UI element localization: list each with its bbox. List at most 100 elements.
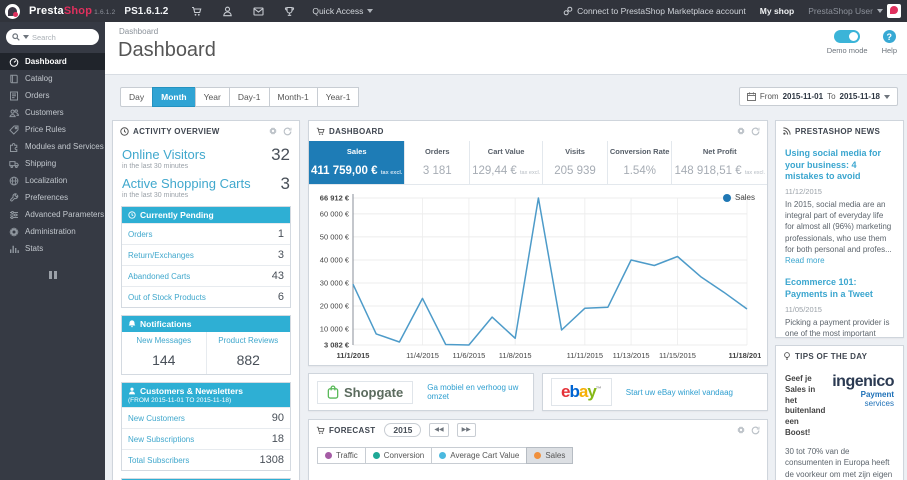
new-messages-cell[interactable]: New Messages 144 <box>122 332 206 374</box>
sidebar-item-customers[interactable]: Customers <box>0 104 105 121</box>
article-title-link[interactable]: Using social media for your business: 4 … <box>785 148 894 183</box>
toggle-label: Sales <box>545 451 566 460</box>
sidebar-item-localization[interactable]: Localization <box>0 172 105 189</box>
sidebar-item-preferences[interactable]: Preferences <box>0 189 105 206</box>
tag-icon <box>9 125 19 135</box>
forecast-panel-title: FORECAST <box>329 425 376 435</box>
sidebar-item-catalog[interactable]: Catalog <box>0 70 105 87</box>
pending-returns-link[interactable]: Return/Exchanges <box>128 251 194 260</box>
abandoned-carts-link[interactable]: Abandoned Carts <box>128 272 190 281</box>
svg-text:30 000 €: 30 000 € <box>320 279 350 288</box>
article-title-link[interactable]: Ecommerce 101: Payments in a Tweet <box>785 277 894 300</box>
chart-legend[interactable]: Sales <box>722 193 755 202</box>
gear-icon[interactable] <box>737 127 745 135</box>
new-customers-value: 90 <box>271 412 284 424</box>
ebay-logo: ebay™ <box>551 378 612 406</box>
employee-icon[interactable] <box>222 6 233 17</box>
quick-access-menu[interactable]: Quick Access <box>312 6 374 16</box>
user-menu[interactable]: PrestaShop User <box>808 4 901 18</box>
sidebar-item-advanced-parameters[interactable]: Advanced Parameters <box>0 206 105 223</box>
online-visitors-link[interactable]: Online Visitors <box>122 147 290 162</box>
gear-icon[interactable] <box>269 127 277 135</box>
sidebar-item-label: Stats <box>25 244 44 253</box>
previous-year-button[interactable]: ◀◀ <box>429 423 449 437</box>
user-icon <box>128 387 136 395</box>
toggle-conversion[interactable]: Conversion <box>364 447 433 464</box>
refresh-icon[interactable] <box>751 127 760 136</box>
gear-icon[interactable] <box>737 426 745 434</box>
cart-icon[interactable] <box>191 6 202 17</box>
range-button-day-1[interactable]: Day-1 <box>228 87 270 107</box>
sidebar-item-label: Dashboard <box>25 57 67 66</box>
refresh-icon[interactable] <box>751 426 760 435</box>
online-visitors-sub: in the last 30 minutes <box>122 163 189 170</box>
range-button-year-1[interactable]: Year-1 <box>316 87 360 107</box>
sidebar-item-label: Price Rules <box>25 125 66 134</box>
new-customers-link[interactable]: New Customers <box>128 414 185 423</box>
date-range-picker[interactable]: From 2015-11-01 To 2015-11-18 <box>738 87 898 106</box>
kpi-orders[interactable]: Orders 3 181 <box>405 141 471 184</box>
kpi-net-profit[interactable]: Net Profit 148 918,51 € tax excl. <box>672 141 767 184</box>
search-scope-caret-icon[interactable] <box>23 35 29 39</box>
shopgate-link[interactable]: Ga mobiel en verhoog uw omzet <box>427 383 525 401</box>
sidebar-item-label: Shipping <box>25 159 57 168</box>
brand-shop: Shop <box>63 5 93 17</box>
currently-pending-table: Currently Pending Orders 1 Return/Exchan… <box>121 206 291 308</box>
pending-orders-link[interactable]: Orders <box>128 230 152 239</box>
sidebar-item-stats[interactable]: Stats <box>0 240 105 257</box>
kpi-conversion-rate[interactable]: Conversion Rate 1.54% <box>608 141 673 184</box>
my-shop-link[interactable]: My shop <box>760 6 794 16</box>
range-button-month-1[interactable]: Month-1 <box>268 87 318 107</box>
forecast-year[interactable]: 2015 <box>384 423 422 437</box>
online-visitors-value: 32 <box>271 145 290 164</box>
svg-text:3 082 €: 3 082 € <box>324 341 350 350</box>
toggle-sales[interactable]: Sales <box>526 447 574 464</box>
range-button-year[interactable]: Year <box>194 87 230 107</box>
toggle-on-icon[interactable] <box>834 30 861 43</box>
kpi-suffix: tax excl. <box>744 170 766 176</box>
out-of-stock-value: 6 <box>277 291 284 303</box>
sales-chart[interactable]: 11/1/2015 11/4/2015 11/6/2015 11/8/2015 11/1… <box>311 189 761 363</box>
sidebar-collapse-button[interactable] <box>48 271 58 279</box>
demo-mode-toggle[interactable]: Demo mode <box>827 30 868 55</box>
sidebar-search[interactable] <box>6 29 99 45</box>
sidebar-item-modules[interactable]: Modules and Services <box>0 138 105 155</box>
out-of-stock-link[interactable]: Out of Stock Products <box>128 293 206 302</box>
svg-text:50 000 €: 50 000 € <box>320 232 350 241</box>
svg-text:40 000 €: 40 000 € <box>320 256 350 265</box>
kpi-visits[interactable]: Visits 205 939 <box>543 141 608 184</box>
active-carts-link[interactable]: Active Shopping Carts <box>122 176 290 191</box>
kpi-cart-value[interactable]: Cart Value 129,44 € tax excl. <box>470 141 544 184</box>
help-button[interactable]: ? Help <box>882 30 897 55</box>
user-menu-label: PrestaShop User <box>808 6 873 16</box>
read-more-link[interactable]: Read more <box>785 256 825 265</box>
trophy-icon[interactable] <box>284 6 295 17</box>
users-icon <box>9 108 19 118</box>
news-article: Using social media for your business: 4 … <box>785 148 894 266</box>
toggle-traffic[interactable]: Traffic <box>317 447 366 464</box>
product-reviews-cell[interactable]: Product Reviews 882 <box>205 332 291 374</box>
sidebar-item-administration[interactable]: Administration <box>0 223 105 240</box>
toggle-average-cart-value[interactable]: Average Cart Value <box>431 447 528 464</box>
next-year-button[interactable]: ▶▶ <box>456 423 476 437</box>
sidebar-item-dashboard[interactable]: Dashboard <box>0 53 105 70</box>
range-button-month[interactable]: Month <box>152 87 196 107</box>
mail-icon[interactable] <box>253 6 264 17</box>
sidebar-item-shipping[interactable]: Shipping <box>0 155 105 172</box>
kpi-row: Sales 411 759,00 € tax excl. Orders 3 18… <box>309 141 767 185</box>
tips-body-text: 30 tot 70% van de consumenten in Europa … <box>785 446 893 479</box>
marketplace-link[interactable]: Connect to PrestaShop Marketplace accoun… <box>563 6 746 16</box>
new-subscriptions-row: New Subscriptions 18 <box>122 428 290 449</box>
sidebar-item-orders[interactable]: Orders <box>0 87 105 104</box>
range-button-day[interactable]: Day <box>120 87 154 107</box>
refresh-icon[interactable] <box>283 127 292 136</box>
search-input[interactable] <box>32 32 90 42</box>
new-subscriptions-link[interactable]: New Subscriptions <box>128 435 194 444</box>
sidebar-item-price-rules[interactable]: Price Rules <box>0 121 105 138</box>
chevron-down-icon <box>884 94 890 99</box>
total-subscribers-link[interactable]: Total Subscribers <box>128 456 189 465</box>
kpi-sales[interactable]: Sales 411 759,00 € tax excl. <box>309 141 406 184</box>
active-carts-stat: Active Shopping Carts in the last 30 min… <box>113 170 299 199</box>
ebay-link[interactable]: Start uw eBay winkel vandaag <box>626 388 733 397</box>
kpi-value: 148 918,51 € <box>674 165 742 177</box>
